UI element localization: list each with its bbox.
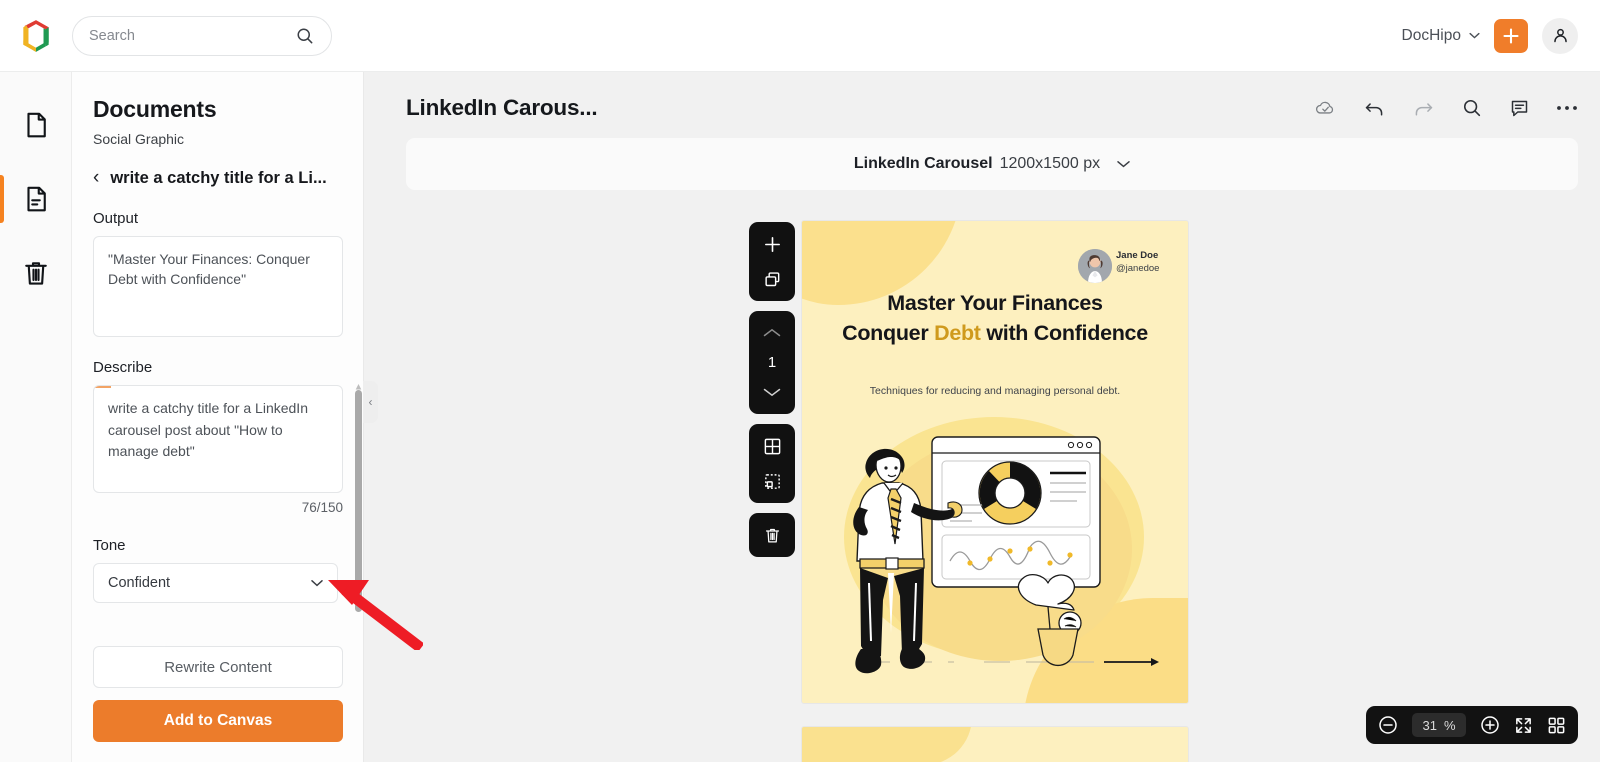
describe-input[interactable]: write a catchy title for a LinkedIn caro… — [93, 385, 343, 493]
rewrite-content-button[interactable]: Rewrite Content — [93, 646, 343, 688]
canvas-workspace: LinkedIn Carous... LinkedIn Carousel 120… — [364, 72, 1600, 762]
next-page-button[interactable] — [757, 379, 787, 405]
add-to-canvas-button[interactable]: Add to Canvas — [93, 700, 343, 742]
sidebar-item-trash[interactable] — [0, 236, 72, 310]
document-actions — [1314, 97, 1578, 120]
resize-page-button[interactable] — [757, 468, 787, 494]
duplicate-page-button[interactable] — [757, 266, 787, 292]
delete-page-button[interactable] — [757, 522, 787, 548]
add-page-button[interactable] — [757, 231, 787, 257]
canvas-size-bar[interactable]: LinkedIn Carousel 1200x1500 px — [406, 138, 1578, 190]
document-header: LinkedIn Carous... — [406, 86, 1578, 130]
create-new-button[interactable] — [1494, 18, 1528, 53]
canvas-slide-2[interactable] — [802, 727, 1188, 762]
top-header-bar: DocHipo — [0, 0, 1600, 72]
slide-author-handle: @janedoe — [1116, 263, 1160, 274]
current-page-number: 1 — [767, 354, 777, 371]
slide-heading-2-highlight: Debt — [934, 321, 981, 345]
chevron-down-icon — [311, 580, 323, 587]
describe-label: Describe — [93, 359, 153, 376]
panel-scrollbar-thumb[interactable] — [355, 390, 362, 612]
panel-collapse-handle[interactable]: ‹ — [363, 381, 378, 423]
avatar — [1078, 249, 1112, 283]
page-add-group — [749, 222, 795, 301]
more-options-icon[interactable] — [1556, 105, 1578, 111]
slide-heading-2[interactable]: Conquer Debt with Confidence — [826, 319, 1164, 349]
header-right-actions: DocHipo — [1402, 17, 1600, 54]
sidebar-item-blank-document[interactable] — [0, 88, 72, 162]
user-icon — [1553, 28, 1567, 43]
workspace-name: DocHipo — [1401, 26, 1461, 44]
search-icon — [297, 28, 313, 43]
canvas-size-dimensions: 1200x1500 px — [999, 155, 1101, 172]
tone-select[interactable]: Confident — [93, 563, 338, 603]
blank-document-icon — [26, 112, 46, 138]
page-navigation-group: 1 — [749, 311, 795, 414]
tone-selected-value: Confident — [108, 575, 171, 591]
back-chevron-icon[interactable]: ‹ — [93, 168, 99, 187]
comment-icon[interactable] — [1509, 98, 1530, 119]
canvas-search-icon[interactable] — [1461, 97, 1483, 119]
page-delete-group — [749, 513, 795, 557]
slide-next-arrow-icon[interactable] — [1104, 657, 1160, 667]
page-layout-group — [749, 424, 795, 503]
redo-icon[interactable] — [1412, 97, 1435, 120]
grid-view-icon[interactable] — [1547, 716, 1566, 735]
slide-heading-2-part1: Conquer — [842, 321, 935, 345]
grid-layout-button[interactable] — [757, 433, 787, 459]
app-root: DocHipo — [0, 0, 1600, 762]
decorative-blob-slide2 — [802, 727, 972, 762]
documents-panel: Documents Social Graphic ‹ write a catch… — [72, 72, 364, 762]
character-counter: 76/150 — [301, 500, 343, 515]
sidebar-item-my-documents[interactable] — [0, 162, 72, 236]
slide-author-name: Jane Doe — [1116, 250, 1159, 261]
tone-label: Tone — [93, 537, 126, 554]
panel-scrollbar-cap — [355, 378, 362, 390]
document-title[interactable]: LinkedIn Carous... — [406, 95, 598, 121]
slide-heading-1[interactable]: Master Your Finances — [802, 291, 1188, 316]
fullscreen-icon[interactable] — [1514, 716, 1533, 735]
canvas-slide-1[interactable]: Jane Doe @janedoe Master Your Finances C… — [802, 221, 1188, 703]
slide-subtitle[interactable]: Techniques for reducing and managing per… — [850, 384, 1140, 399]
zoom-level-value: 31 — [1422, 717, 1437, 733]
output-label: Output — [93, 210, 139, 227]
breadcrumb[interactable]: ‹ write a catchy title for a Li... — [93, 168, 342, 188]
panel-subtitle: Social Graphic — [93, 131, 185, 147]
previous-page-button[interactable] — [757, 320, 787, 346]
left-icon-rail — [0, 72, 72, 762]
user-account-button[interactable] — [1542, 17, 1578, 54]
zoom-level-field[interactable]: 31 % — [1412, 713, 1466, 737]
workspace-menu[interactable]: DocHipo — [1402, 27, 1480, 45]
zoom-out-button[interactable] — [1378, 715, 1398, 735]
search-input[interactable] — [89, 27, 295, 44]
breadcrumb-label: write a catchy title for a Li... — [110, 169, 327, 187]
page-title: Documents — [93, 96, 217, 122]
zoom-percent-symbol: % — [1443, 717, 1456, 733]
chevron-down-icon — [1469, 32, 1480, 39]
undo-icon[interactable] — [1363, 97, 1386, 120]
page-tool-strip: 1 — [749, 222, 795, 557]
output-textarea[interactable]: "Master Your Finances: Conquer Debt with… — [93, 236, 343, 337]
dochipo-logo[interactable] — [0, 17, 72, 55]
slide-illustration[interactable] — [824, 423, 1168, 693]
global-search-box[interactable] — [72, 15, 332, 56]
zoom-controls: 31 % — [1366, 706, 1578, 744]
slide-heading-2-part2: with Confidence — [980, 321, 1148, 345]
text-document-icon — [26, 186, 46, 212]
canvas-size-name: LinkedIn Carousel — [853, 155, 993, 172]
cloud-saved-icon[interactable] — [1314, 97, 1337, 120]
zoom-in-button[interactable] — [1480, 715, 1500, 735]
chevron-down-icon[interactable] — [1117, 160, 1130, 168]
trash-icon — [24, 262, 47, 285]
